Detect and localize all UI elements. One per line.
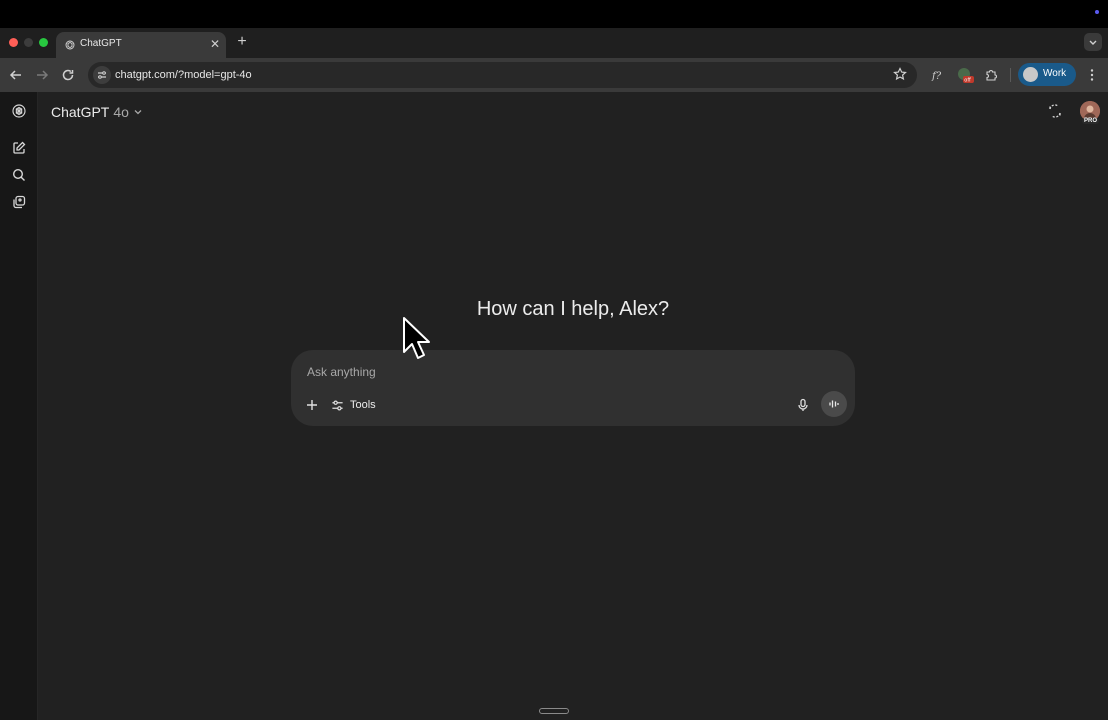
site-info-icon xyxy=(98,71,106,79)
chatgpt-home-button[interactable] xyxy=(10,102,28,120)
chatgpt-logo-icon xyxy=(12,104,26,118)
attach-button[interactable] xyxy=(303,396,321,414)
reload-button[interactable] xyxy=(59,66,77,84)
mouse-cursor-icon xyxy=(403,317,430,359)
model-version: 4o xyxy=(113,104,129,120)
tools-icon xyxy=(332,400,343,410)
maximize-window-button[interactable] xyxy=(39,38,48,47)
voice-mode-icon xyxy=(829,400,839,408)
dictate-button[interactable] xyxy=(794,396,812,414)
new-chat-button[interactable] xyxy=(10,139,28,157)
profile-avatar xyxy=(1023,67,1038,82)
voice-mode-button[interactable] xyxy=(821,391,847,417)
tab-search-button[interactable] xyxy=(1084,33,1102,51)
temporary-chat-button[interactable] xyxy=(1046,102,1064,120)
extension-off-button[interactable]: off xyxy=(956,66,974,84)
toolbar-divider xyxy=(1010,68,1011,82)
function-extension-button[interactable]: f? xyxy=(929,66,947,84)
extension-off-icon: off xyxy=(958,68,974,84)
library-button[interactable] xyxy=(10,193,28,211)
svg-text:f?: f? xyxy=(931,71,942,82)
chatgpt-app: ChatGPT 4o PRO How can I help, Alex? Too… xyxy=(0,92,1108,720)
greeting-heading: How can I help, Alex? xyxy=(476,298,670,320)
extensions-icon xyxy=(986,70,997,81)
user-avatar-button[interactable]: PRO xyxy=(1080,101,1100,124)
model-name: ChatGPT xyxy=(51,104,110,120)
tools-button[interactable]: Tools xyxy=(331,395,376,415)
browser-menu-button[interactable] xyxy=(1083,66,1101,84)
composer: Tools xyxy=(291,350,855,426)
new-tab-button[interactable]: + xyxy=(234,32,250,52)
plus-icon xyxy=(307,400,317,410)
status-dot xyxy=(1095,10,1099,14)
profile-button[interactable]: Work xyxy=(1018,63,1076,86)
pro-badge: PRO xyxy=(1082,118,1100,124)
os-menu-bar xyxy=(0,0,1108,28)
site-info-button[interactable] xyxy=(93,66,111,84)
star-icon xyxy=(893,67,907,81)
url-text: chatgpt.com/?model=gpt-4o xyxy=(115,69,252,81)
prompt-input[interactable] xyxy=(307,362,827,382)
new-chat-icon xyxy=(13,141,26,154)
extensions-button[interactable] xyxy=(982,66,1000,84)
scroll-handle[interactable] xyxy=(539,708,569,714)
close-tab-icon[interactable]: ✕ xyxy=(210,36,220,52)
profile-label: Work xyxy=(1043,68,1067,79)
chevron-down-icon xyxy=(1089,40,1097,45)
tools-label: Tools xyxy=(350,399,376,411)
reload-icon xyxy=(62,69,74,81)
address-bar[interactable]: chatgpt.com/?model=gpt-4o xyxy=(88,62,917,88)
temporary-chat-icon xyxy=(1049,104,1061,118)
search-chats-button[interactable] xyxy=(10,166,28,184)
sidebar-rail xyxy=(0,92,38,720)
search-icon xyxy=(12,168,25,181)
tab-strip: ChatGPT ✕ + xyxy=(0,28,1108,58)
forward-icon xyxy=(37,70,49,80)
more-icon xyxy=(1090,69,1094,81)
library-icon xyxy=(13,195,26,209)
extension-badge: off xyxy=(964,78,971,84)
chatgpt-favicon-icon xyxy=(65,40,75,50)
back-icon xyxy=(9,70,21,80)
model-selector[interactable]: ChatGPT 4o xyxy=(51,102,143,122)
mic-icon xyxy=(798,398,808,411)
chevron-down-icon xyxy=(134,110,142,115)
tab-title: ChatGPT xyxy=(80,38,122,49)
back-button[interactable] xyxy=(7,66,25,84)
tab-chatgpt[interactable]: ChatGPT ✕ xyxy=(56,32,226,58)
forward-button[interactable] xyxy=(33,66,51,84)
bookmark-button[interactable] xyxy=(893,67,907,86)
close-window-button[interactable] xyxy=(9,38,18,47)
function-icon: f? xyxy=(931,71,942,82)
minimize-window-button[interactable] xyxy=(24,38,33,47)
browser-toolbar: chatgpt.com/?model=gpt-4o f? off Work xyxy=(0,58,1108,92)
